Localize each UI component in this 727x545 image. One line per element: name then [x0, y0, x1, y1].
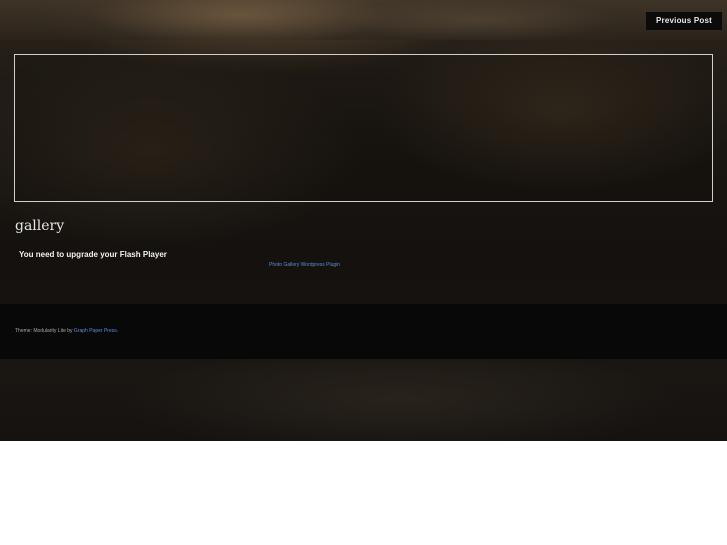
footer: Theme: Modularity Lite by Graph Paper Pr…	[0, 304, 727, 359]
credit-suffix: .	[116, 328, 119, 334]
footer-credits: Theme: Modularity Lite by Graph Paper Pr…	[15, 328, 118, 334]
graph-paper-press-link[interactable]: Graph Paper Press	[74, 328, 117, 334]
credit-prefix: Theme: Modularity Lite by	[15, 328, 74, 334]
photo-gallery-plugin-link[interactable]: Photo Gallery Wordpress Plugin	[269, 262, 340, 268]
flash-upgrade-message: You need to upgrade your Flash Player	[19, 250, 167, 259]
post-title: gallery	[15, 218, 65, 234]
header-band	[0, 0, 727, 40]
gallery-slider-frame	[14, 54, 713, 202]
page-background: Previous Post gallery You need to upgrad…	[0, 0, 727, 441]
previous-post-button[interactable]: Previous Post	[646, 12, 722, 30]
